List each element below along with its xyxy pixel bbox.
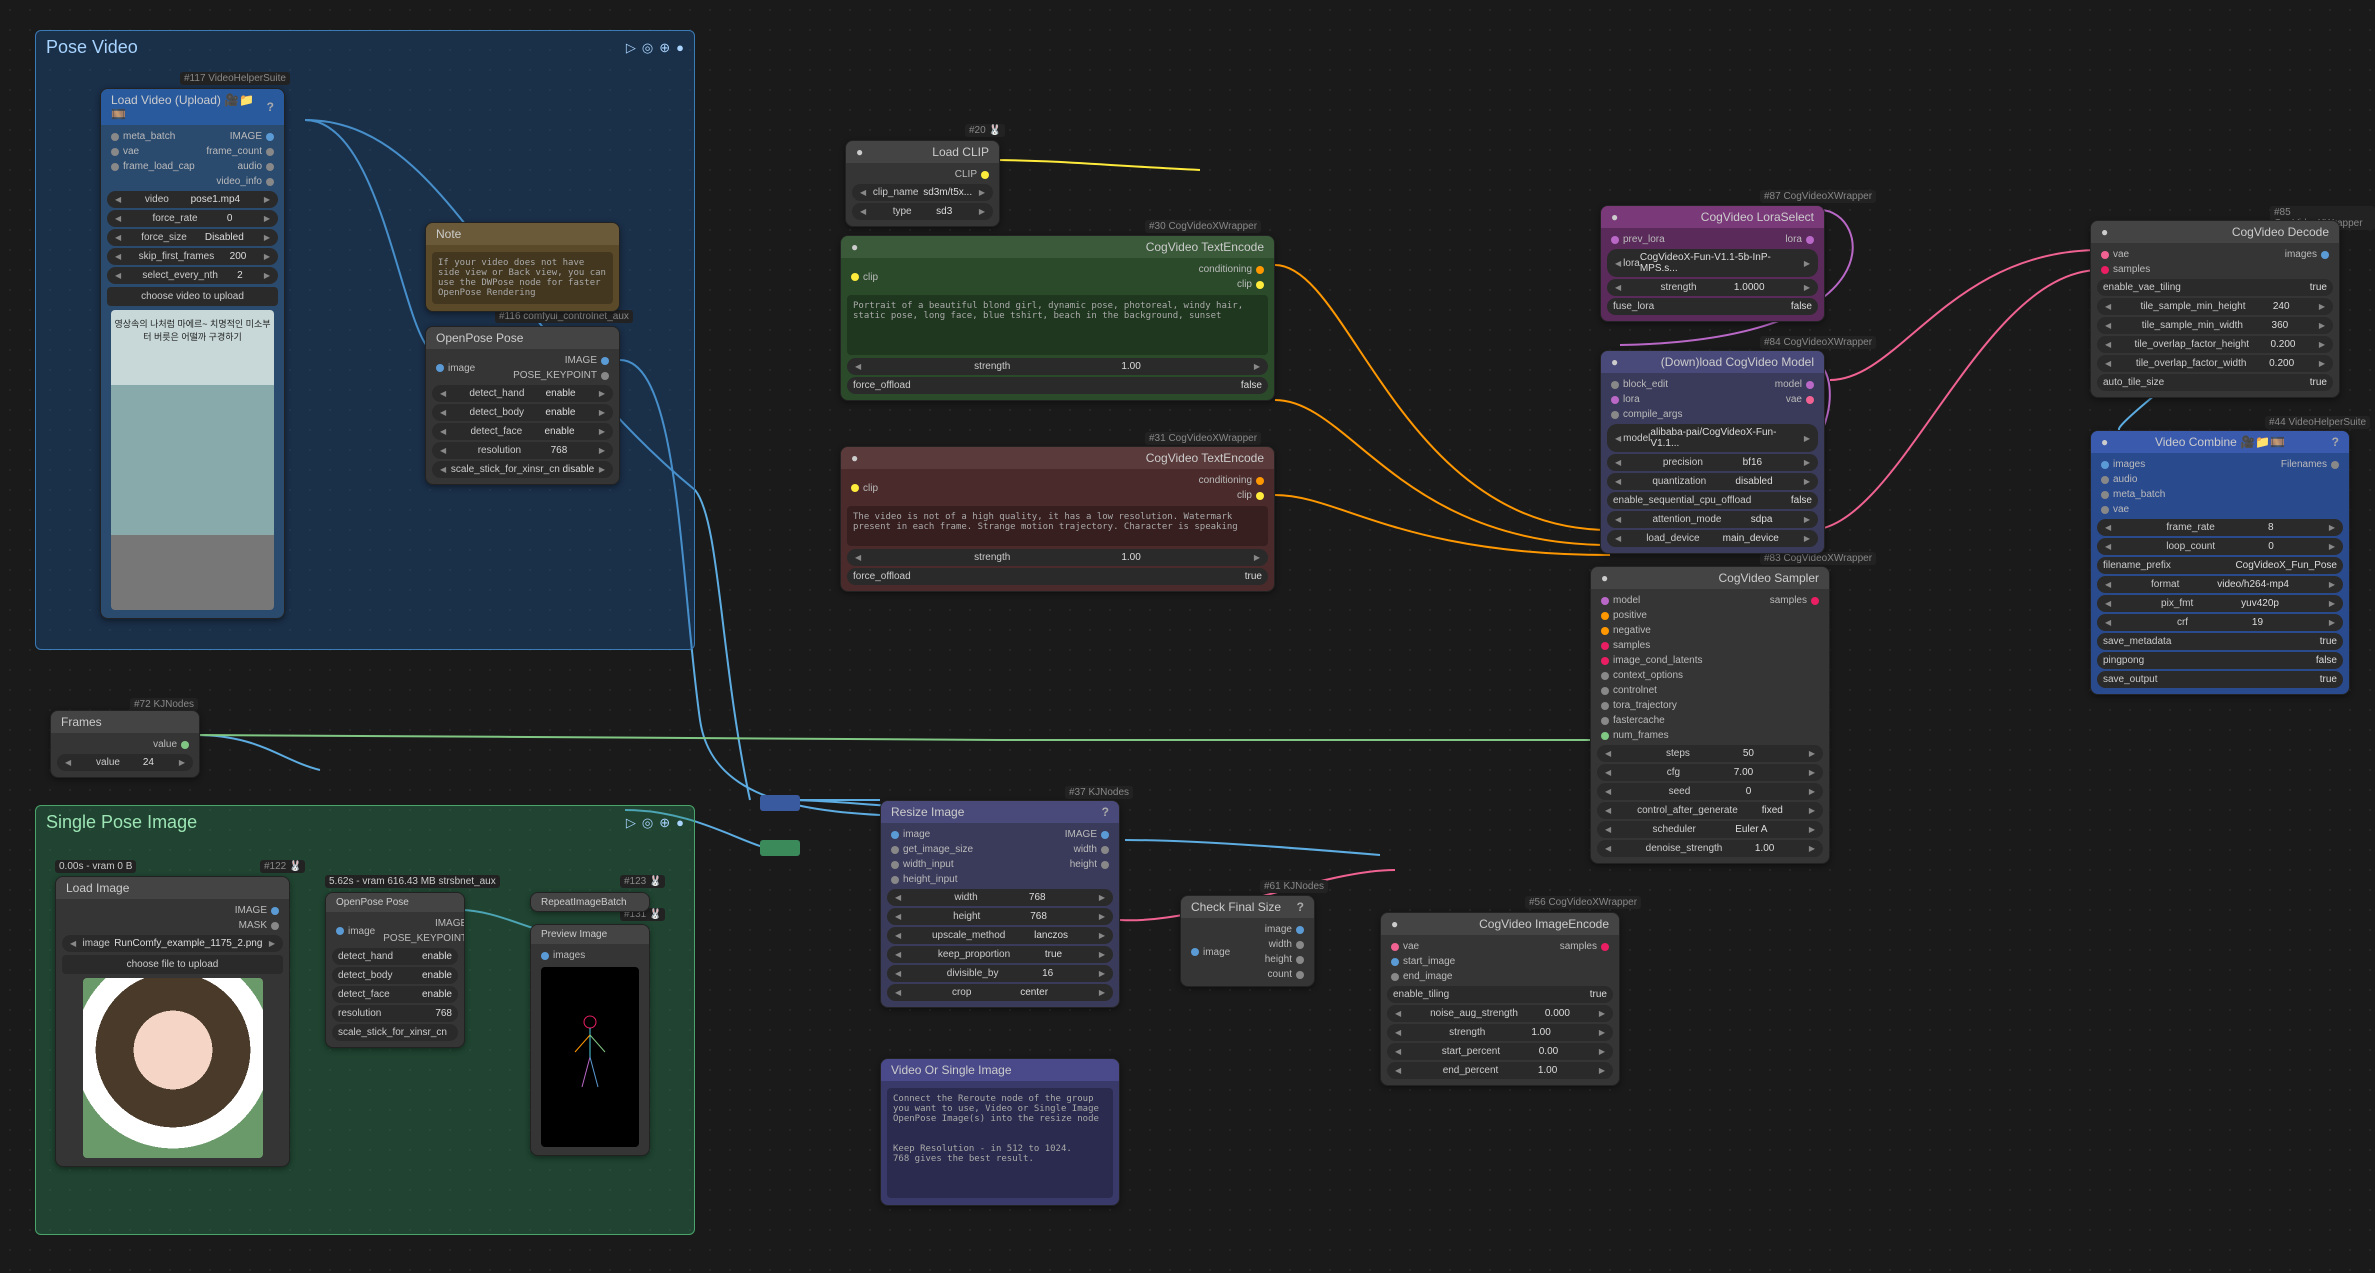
node-title: Load Video (Upload) 🎥📁🎞️ [111, 93, 267, 121]
pose-preview [541, 967, 639, 1147]
node-title: (Down)load CogVideo Model [1661, 355, 1814, 369]
video-preview: 영상속의 나처럼 마에르~ 치명적인 미소부터 버릇은 어떨까 구경하기 [111, 310, 274, 610]
note-text: If your video does not have side view or… [432, 252, 613, 304]
image-preview [83, 978, 263, 1158]
tag: 0.00s - vram 0 B [55, 860, 136, 873]
node-resize-image[interactable]: Resize Image? imageget_image_sizewidth_i… [880, 800, 1120, 1008]
widget-skip-frames[interactable]: ◀skip_first_frames200▶ [107, 248, 278, 265]
node-check-size[interactable]: Check Final Size? image imagewidthheight… [1180, 895, 1315, 987]
node-load-clip[interactable]: ● Load CLIP CLIP ◀clip_namesd3m/t5x...▶ … [845, 140, 1000, 227]
tag: #87 CogVideoXWrapper [1760, 190, 1876, 203]
node-image-encode[interactable]: ● CogVideo ImageEncode vaestart_imageend… [1380, 912, 1620, 1086]
tag: #37 KJNodes [1065, 786, 1133, 799]
node-note[interactable]: Note If your video does not have side vi… [425, 222, 620, 312]
group-controls[interactable]: ▷◎⊕● [626, 40, 684, 56]
tag: 5.62s - vram 616.43 MB strsbnet_aux [325, 875, 500, 888]
node-frames[interactable]: Frames value ◀value24▶ [50, 710, 200, 778]
node-textencode-positive[interactable]: ● CogVideo TextEncode clip conditioningc… [840, 235, 1275, 401]
node-load-image[interactable]: Load Image IMAGE MASK ◀imageRunComfy_exa… [55, 876, 290, 1167]
node-download-model[interactable]: ● (Down)load CogVideo Model block_editlo… [1600, 350, 1825, 554]
tag: #30 CogVideoXWrapper [1145, 220, 1261, 233]
tag: #31 CogVideoXWrapper [1145, 432, 1261, 445]
help-icon[interactable]: ? [267, 100, 274, 114]
reroute[interactable] [760, 795, 800, 811]
node-title: CogVideo TextEncode [1146, 240, 1264, 254]
widget-force-rate[interactable]: ◀force_rate0▶ [107, 210, 278, 227]
widget-image[interactable]: ◀imageRunComfy_example_1175_2.png▶ [62, 935, 283, 952]
node-title: Load Image [66, 881, 129, 895]
choose-video-button[interactable]: choose video to upload [107, 287, 278, 306]
tag: #122 🐰 [260, 860, 305, 873]
node-title: OpenPose Pose [436, 331, 523, 345]
tag: #123 🐰 [620, 875, 665, 888]
node-title: CogVideo TextEncode [1146, 451, 1264, 465]
node-title: Preview Image [541, 929, 607, 940]
widget-force-size[interactable]: ◀force_sizeDisabled▶ [107, 229, 278, 246]
node-openpose-1[interactable]: OpenPose Pose image IMAGEPOSE_KEYPOINT ◀… [425, 326, 620, 485]
note-text: Connect the Reroute node of the group yo… [887, 1088, 1113, 1198]
widget-video[interactable]: ◀videopose1.mp4▶ [107, 191, 278, 208]
node-title: Frames [61, 715, 102, 729]
node-lora-select[interactable]: ● CogVideo LoraSelect prev_loralora ◀lor… [1600, 205, 1825, 322]
widget[interactable]: ◀detect_handenable▶ [432, 385, 613, 402]
node-sampler[interactable]: ● CogVideo Sampler model positive negati… [1590, 566, 1830, 864]
node-openpose-2[interactable]: OpenPose Pose image IMAGEPOSE_KEYPOINT d… [325, 892, 465, 1048]
node-title: Resize Image [891, 805, 964, 819]
node-title: OpenPose Pose [336, 897, 409, 908]
node-title: CogVideo LoraSelect [1701, 210, 1814, 224]
widget-select-nth[interactable]: ◀select_every_nth2▶ [107, 267, 278, 284]
tag: #20 🐰 [965, 124, 1005, 137]
tag: #56 CogVideoXWrapper [1525, 896, 1641, 909]
widget[interactable]: ◀resolution768▶ [432, 442, 613, 459]
node-textencode-negative[interactable]: ● CogVideo TextEncode clip conditioningc… [840, 446, 1275, 592]
tag: #84 CogVideoXWrapper [1760, 336, 1876, 349]
node-title: RepeatImageBatch [541, 897, 627, 908]
node-title: Check Final Size [1191, 900, 1281, 914]
prompt-text[interactable]: The video is not of a high quality, it h… [847, 506, 1268, 546]
reroute[interactable] [760, 840, 800, 856]
tag: #117 VideoHelperSuite [180, 72, 290, 85]
help-icon[interactable]: ? [1297, 900, 1304, 914]
node-title: CogVideo ImageEncode [1479, 917, 1609, 931]
tag: #61 KJNodes [1260, 880, 1328, 893]
help-icon[interactable]: ? [2332, 435, 2339, 449]
node-load-video[interactable]: Load Video (Upload) 🎥📁🎞️? meta_batchvaef… [100, 88, 285, 619]
widget-value[interactable]: ◀value24▶ [57, 754, 193, 771]
tag: #44 VideoHelperSuite [2265, 416, 2370, 429]
node-title: Load CLIP [932, 145, 989, 159]
node-video-or-note[interactable]: Video Or Single Image Connect the Rerout… [880, 1058, 1120, 1206]
node-preview-image[interactable]: Preview Image images [530, 924, 650, 1156]
node-title: Video Or Single Image [891, 1063, 1012, 1077]
group-title: Single Pose Image [46, 812, 197, 833]
widget[interactable]: ◀detect_bodyenable▶ [432, 404, 613, 421]
node-decode[interactable]: ● CogVideo Decode vaesamples images enab… [2090, 220, 2340, 398]
node-repeat-image-batch[interactable]: RepeatImageBatch [530, 892, 650, 912]
node-title: Video Combine 🎥📁🎞️ [2155, 435, 2285, 449]
node-title: Note [436, 227, 461, 241]
group-controls[interactable]: ▷◎⊕● [626, 815, 684, 831]
help-icon[interactable]: ? [1102, 805, 1109, 819]
node-title: CogVideo Decode [2232, 225, 2329, 239]
node-video-combine[interactable]: ● Video Combine 🎥📁🎞️? imagesaudiometa_ba… [2090, 430, 2350, 695]
node-title: CogVideo Sampler [1718, 571, 1819, 585]
widget[interactable]: ◀scale_stick_for_xinsr_cndisable▶ [432, 461, 613, 478]
choose-file-button[interactable]: choose file to upload [62, 955, 283, 974]
group-title: Pose Video [46, 37, 138, 58]
widget[interactable]: ◀detect_faceenable▶ [432, 423, 613, 440]
prompt-text[interactable]: Portrait of a beautiful blond girl, dyna… [847, 295, 1268, 355]
